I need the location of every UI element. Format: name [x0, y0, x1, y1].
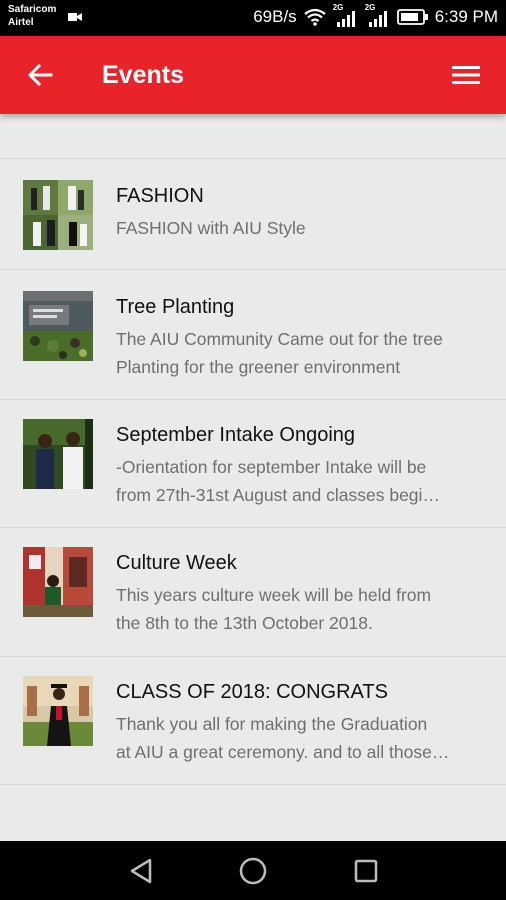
menu-button[interactable] [448, 58, 484, 92]
event-title: Culture Week [116, 552, 237, 574]
hamburger-menu-icon [452, 66, 480, 84]
back-button[interactable] [22, 58, 58, 92]
battery-icon [396, 9, 428, 25]
signal-icon-1: 2G [333, 3, 359, 27]
status-bar: Safaricom Airtel 69B/s 2G 2G 6:39 PM [0, 0, 506, 36]
nav-home-button[interactable] [237, 855, 269, 887]
event-description: -Orientation for september Intake will b… [116, 457, 440, 505]
event-title: FASHION [116, 185, 204, 207]
list-item-september-intake[interactable]: September Intake Ongoing -Orientation fo… [0, 400, 506, 527]
event-description: This years culture week will be held fro… [116, 585, 432, 633]
list-item-tree-planting[interactable]: Tree Planting The AIU Community Came out… [0, 270, 506, 399]
graduation-photo [23, 676, 93, 746]
list-item-culture-week[interactable]: Culture Week This years culture week wil… [0, 528, 506, 656]
arrow-left-icon [27, 64, 53, 86]
carrier-2: Airtel [8, 17, 34, 28]
page-title: Events [102, 61, 184, 89]
event-title: CLASS OF 2018: CONGRATS [116, 681, 388, 703]
clock: 6:39 PM [434, 7, 498, 26]
fashion-photo [23, 180, 93, 250]
net-speed: 69B/s [253, 7, 297, 26]
intake-photo [23, 419, 93, 489]
app-bar: Events [0, 36, 506, 114]
event-description: The AIU Community Came out for the tree … [116, 329, 443, 377]
event-title: September Intake Ongoing [116, 424, 356, 446]
carrier-names: Safaricom Airtel [8, 3, 56, 29]
camera-icon [68, 13, 82, 21]
nav-recents-button[interactable] [350, 855, 382, 887]
system-nav-bar [0, 841, 506, 900]
event-description: Thank you all for making the Graduation … [116, 714, 450, 762]
divider [0, 784, 506, 785]
event-description: FASHION with AIU Style [116, 218, 306, 238]
tree-planting-photo [23, 291, 93, 361]
recents-square-icon [354, 859, 378, 883]
culture-week-photo [23, 547, 93, 617]
signal-icon-2: 2G [365, 3, 391, 27]
status-icons: 69B/s 2G 2G 6:39 PM [253, 3, 498, 27]
list-item-fashion[interactable]: FASHION FASHION with AIU Style [0, 159, 506, 269]
event-title: Tree Planting [116, 296, 235, 318]
nav-back-button[interactable] [125, 855, 157, 887]
wifi-icon [304, 8, 326, 26]
list-item-class-of-2018[interactable]: CLASS OF 2018: CONGRATS Thank you all fo… [0, 657, 506, 784]
events-list: FASHION FASHION with AIU Style Tree Plan… [0, 158, 506, 785]
carrier-1: Safaricom [8, 4, 57, 15]
back-triangle-icon [130, 858, 152, 884]
home-circle-icon [239, 857, 267, 885]
